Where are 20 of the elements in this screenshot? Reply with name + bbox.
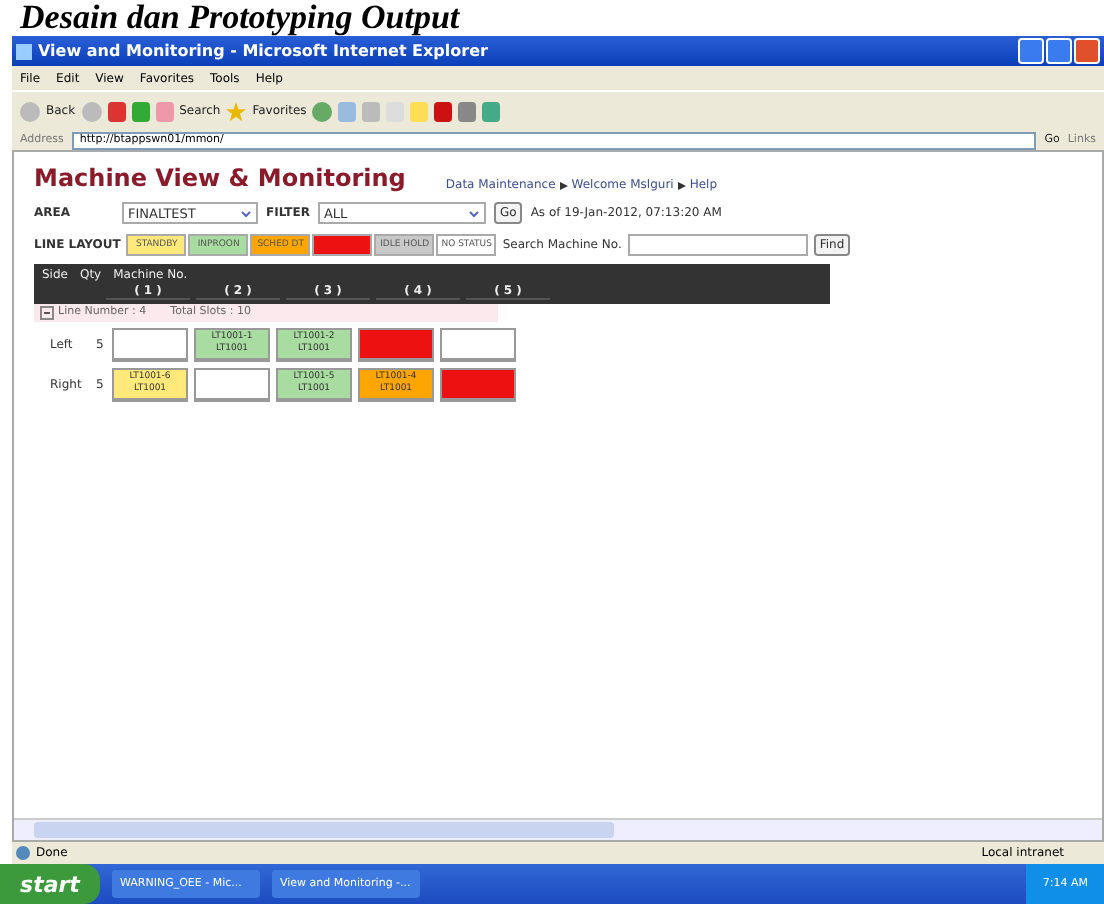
- maximize-button[interactable]: [1046, 38, 1072, 64]
- page-title: Machine View & Monitoring: [34, 164, 406, 192]
- star-icon[interactable]: [226, 101, 247, 121]
- start-button[interactable]: start: [0, 864, 100, 904]
- arrow-icon: [559, 181, 568, 189]
- empty-slot[interactable]: [440, 368, 516, 402]
- horizontal-scrollbar[interactable]: [14, 818, 1102, 840]
- empty-slot[interactable]: [194, 368, 270, 402]
- collapse-toggle[interactable]: [40, 306, 54, 320]
- dropdown-icon: [467, 209, 480, 217]
- minimize-button[interactable]: [1018, 38, 1044, 64]
- arrow-icon: [677, 181, 686, 189]
- window-title: View and Monitoring - Microsoft Internet Explorer: [38, 42, 490, 60]
- document-heading: Desain dan Prototyping Output: [17, 0, 462, 36]
- dropdown-icon: [240, 209, 252, 217]
- search-field[interactable]: [627, 234, 808, 256]
- empty-slot[interactable]: [112, 328, 188, 362]
- close-button[interactable]: [1074, 38, 1100, 64]
- empty-slot[interactable]: [358, 328, 434, 362]
- empty-slot[interactable]: [440, 328, 516, 362]
